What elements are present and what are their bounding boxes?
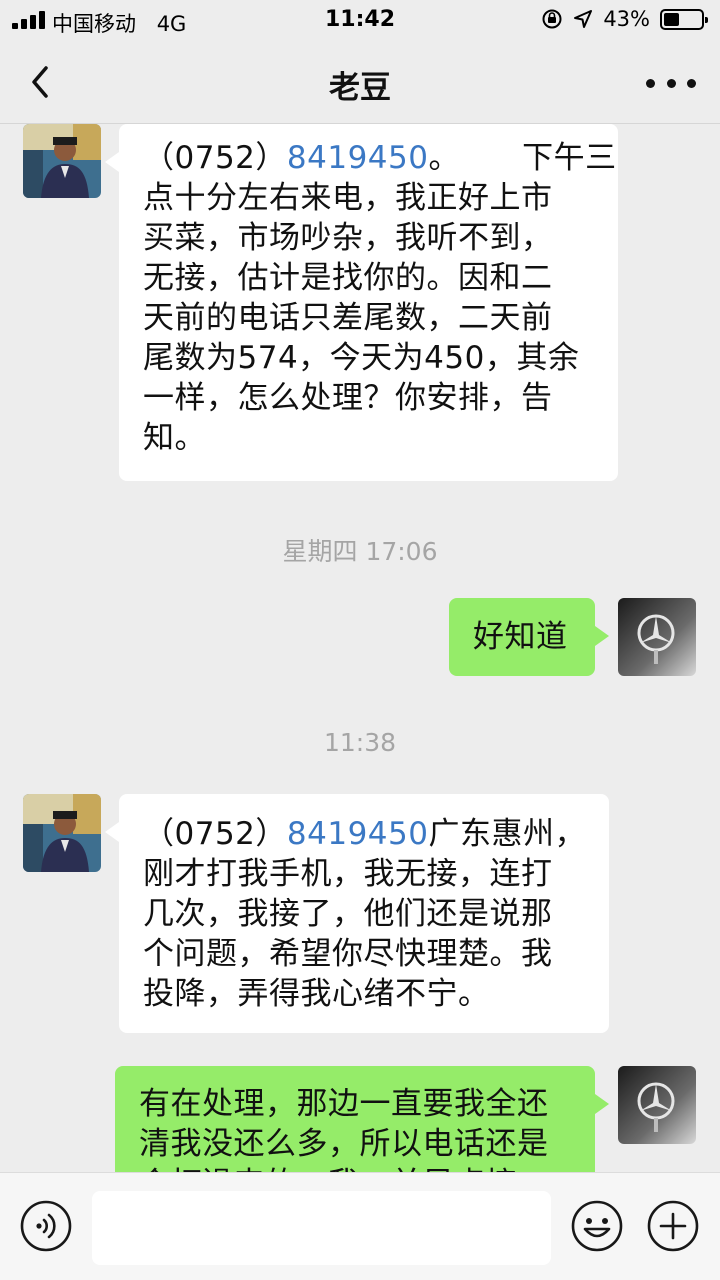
message-line: 尾数为574，今天为450，其余: [143, 340, 580, 376]
message-line: 知。: [143, 420, 206, 456]
contact-avatar[interactable]: [23, 794, 101, 872]
input-toolbar: [0, 1172, 720, 1280]
contact-avatar[interactable]: [23, 124, 101, 198]
chat-timestamp: 11:38: [323, 728, 397, 757]
message-line-text: （0752）: [143, 140, 287, 176]
voice-icon: [20, 1200, 72, 1252]
message-line: （0752）8419450。 下午三: [143, 138, 616, 178]
message-bubble-sent[interactable]: 好知道: [449, 598, 609, 676]
chat-message-list[interactable]: （0752）8419450。 下午三 点十分左右来电，我正好上市 买菜，市场吵杂，我…: [0, 124, 720, 1172]
emoji-button[interactable]: [570, 1199, 624, 1253]
message-bubble-received[interactable]: （0752）8419450。 下午三 点十分左右来电，我正好上市 买菜，市场吵杂，我…: [105, 124, 618, 481]
message-line: 点十分左右来电，我正好上市: [143, 180, 553, 216]
battery-icon: [660, 8, 708, 30]
message-text: 有在处理，那边一直要我全还清我没还么多，所以电话还是会打過来的，我一并早点搞: [139, 1084, 571, 1172]
status-bar: 中国移动 4G 11:42 43%: [0, 0, 720, 40]
location-arrow-icon: [574, 10, 593, 28]
chat-header: 老豆: [0, 40, 720, 124]
battery-percent: 43%: [603, 7, 650, 31]
message-text: （0752）8419450。 下午三 点十分左右来电，我正好上市 买菜，市场吵杂，我…: [143, 138, 616, 458]
voice-input-button[interactable]: [19, 1199, 73, 1253]
message-line: 刚才打我手机，我无接，连打: [143, 856, 553, 892]
message-text: 好知道: [473, 619, 568, 655]
message-line: 清我没还么多，所以电话还是: [139, 1126, 549, 1162]
message-line-text: 。 下午三: [428, 140, 617, 176]
message-line: 有在处理，那边一直要我全还: [139, 1086, 549, 1122]
message-line: 天前的电话只差尾数，二天前: [143, 300, 553, 336]
message-line: 一样，怎么处理？你安排，告: [143, 380, 553, 416]
emoji-icon: [571, 1200, 623, 1252]
phone-number-link[interactable]: 8419450: [287, 816, 429, 852]
message-line: （0752）8419450广东惠州，: [143, 814, 585, 854]
message-text: （0752）8419450广东惠州， 刚才打我手机，我无接，连打 几次，我接了，他们…: [143, 814, 585, 1014]
message-line: 投降，弄得我心绪不宁。: [143, 976, 490, 1012]
more-options-button[interactable]: [646, 68, 696, 98]
message-bubble-received[interactable]: （0752）8419450广东惠州， 刚才打我手机，我无接，连打 几次，我接了，他们…: [105, 794, 609, 1033]
self-avatar[interactable]: [618, 598, 696, 676]
message-input[interactable]: [92, 1191, 551, 1265]
message-line: 无接，估计是找你的。因和二: [143, 260, 553, 296]
more-dots-icon: [646, 78, 655, 88]
message-bubble-sent[interactable]: 有在处理，那边一直要我全还清我没还么多，所以电话还是会打過来的，我一并早点搞: [115, 1066, 609, 1172]
phone-number-link[interactable]: 8419450: [287, 140, 429, 176]
message-line-text: 广东惠州，: [428, 816, 586, 852]
message-line: 会打過来的，我一并早点搞: [139, 1164, 571, 1172]
plus-icon: [647, 1200, 699, 1252]
message-line: 买菜，市场吵杂，我听不到，: [143, 220, 553, 256]
message-line: 几次，我接了，他们还是说那: [143, 896, 553, 932]
message-line-text: （0752）: [143, 816, 287, 852]
message-line: 个问题，希望你尽快理楚。我: [143, 936, 553, 972]
chat-timestamp: 星期四 17:06: [282, 537, 438, 566]
status-right-group: 43%: [541, 7, 708, 31]
chat-title: 老豆: [329, 70, 391, 106]
orientation-lock-icon: [542, 9, 562, 29]
self-avatar[interactable]: [618, 1066, 696, 1144]
more-functions-button[interactable]: [646, 1199, 700, 1253]
